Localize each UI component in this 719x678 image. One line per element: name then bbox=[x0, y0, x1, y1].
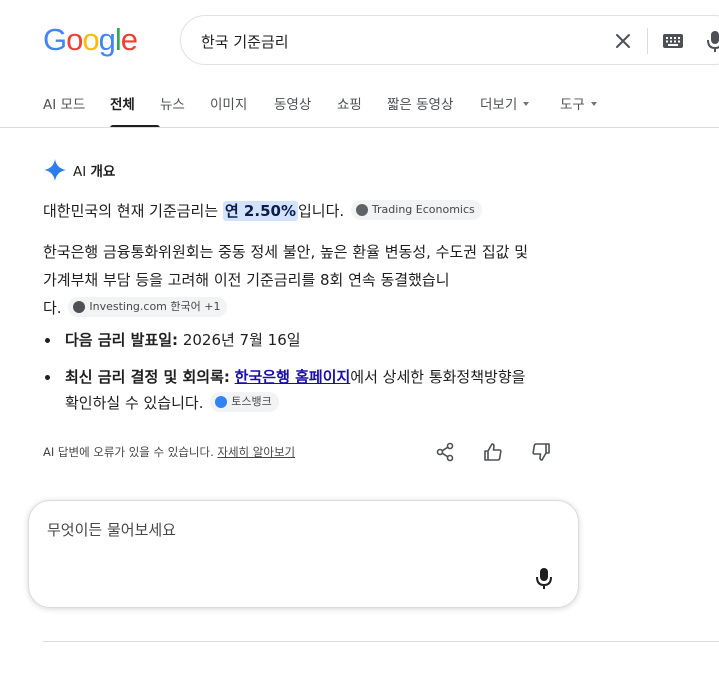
tab-news[interactable]: 뉴스 bbox=[160, 94, 210, 128]
tab-label: 도구 bbox=[560, 97, 585, 113]
search-divider bbox=[647, 28, 648, 54]
tab-all[interactable]: 전체 bbox=[110, 94, 160, 128]
tab-short-videos[interactable]: 짧은 동영상 bbox=[387, 94, 480, 128]
mic-icon[interactable] bbox=[534, 566, 554, 590]
share-icon[interactable] bbox=[434, 441, 456, 463]
tab-shopping[interactable]: 쇼핑 bbox=[337, 94, 387, 128]
tab-label: 더보기 bbox=[480, 97, 518, 113]
source-chip[interactable]: Investing.com 한국어 +1 bbox=[68, 296, 228, 317]
search-tabs: AI 모드 전체 뉴스 이미지 동영상 쇼핑 짧은 동영상 더보기 도구 bbox=[43, 94, 620, 128]
trading-economics-icon bbox=[355, 203, 368, 216]
tossbank-icon bbox=[215, 395, 228, 408]
bullet-text: 2026년 7월 16일 bbox=[178, 331, 301, 349]
tab-videos[interactable]: 동영상 bbox=[274, 94, 337, 128]
ai-overview-header: AI 개요 bbox=[43, 158, 115, 182]
ai-answer-detail: 한국은행 금융통화위원회는 중동 정세 불안, 높은 환율 변동성, 수도권 집… bbox=[43, 238, 703, 322]
ai-disclaimer: AI 답변에 오류가 있을 수 있습니다. 자세히 알아보기 bbox=[43, 444, 295, 460]
tab-label: 쇼핑 bbox=[337, 97, 362, 113]
bullet-label: 다음 금리 발표일: bbox=[65, 331, 179, 349]
follow-up-box bbox=[28, 500, 579, 608]
list-item: 최신 금리 결정 및 회의록: 한국은행 홈페이지에서 상세한 통화정책방향을 … bbox=[43, 364, 703, 416]
follow-up-input[interactable] bbox=[47, 521, 487, 539]
bullet-text-line2: 확인하실 수 있습니다. bbox=[65, 394, 204, 412]
source-chip-label: Investing.com 한국어 +1 bbox=[89, 299, 221, 313]
bullet-label: 최신 금리 결정 및 회의록: bbox=[65, 368, 230, 386]
keyboard-icon[interactable] bbox=[661, 31, 685, 51]
tab-label: 동영상 bbox=[274, 97, 312, 113]
mic-icon[interactable] bbox=[703, 28, 719, 54]
detail-line-last: 다. Investing.com 한국어 +1 bbox=[43, 294, 703, 322]
google-logo[interactable]: Google bbox=[43, 22, 138, 58]
search-input[interactable] bbox=[201, 29, 581, 53]
detail-line: 한국은행 금융통화위원회는 중동 정세 불안, 높은 환율 변동성, 수도권 집… bbox=[43, 243, 529, 261]
investing-icon bbox=[73, 300, 86, 313]
summary-before: 대한민국의 현재 기준금리는 bbox=[43, 202, 223, 220]
logo-letter: o bbox=[66, 22, 83, 57]
bok-homepage-link[interactable]: 한국은행 홈페이지 bbox=[235, 368, 351, 386]
tab-label: 모드 bbox=[60, 97, 86, 113]
logo-letter: e bbox=[120, 22, 138, 57]
summary-highlight: 연 2.50% bbox=[222, 201, 298, 221]
disclaimer-text: AI 답변에 오류가 있을 수 있습니다. bbox=[43, 445, 214, 459]
tabs-divider bbox=[0, 127, 719, 128]
source-chip[interactable]: Trading Economics bbox=[350, 199, 482, 220]
source-chip-label: 토스뱅크 bbox=[231, 394, 272, 408]
clear-icon[interactable] bbox=[612, 30, 634, 52]
logo-letter: o bbox=[82, 22, 99, 57]
source-chip-label: Trading Economics bbox=[371, 202, 475, 216]
learn-more-link[interactable]: 자세히 알아보기 bbox=[217, 445, 295, 459]
tab-more[interactable]: 더보기 bbox=[480, 94, 560, 128]
tab-label: 전체 bbox=[110, 97, 135, 113]
tab-ai-prefix: AI bbox=[43, 97, 57, 113]
ai-title-text: 개요 bbox=[90, 164, 116, 180]
ai-answer-bullets: 다음 금리 발표일: 2026년 7월 16일 최신 금리 결정 및 회의록: … bbox=[43, 327, 703, 416]
tab-label: 이미지 bbox=[210, 97, 248, 113]
ai-sparkle-icon bbox=[44, 159, 66, 181]
search-box bbox=[180, 15, 719, 65]
tab-label: 짧은 동영상 bbox=[387, 97, 454, 113]
ai-title-prefix: AI bbox=[73, 164, 87, 180]
tab-tools[interactable]: 도구 bbox=[560, 94, 620, 128]
source-chip[interactable]: 토스뱅크 bbox=[210, 391, 279, 412]
detail-line: 가계부채 부담 등을 고려해 이전 기준금리를 8회 연속 동결했습니 bbox=[43, 271, 450, 289]
thumbs-up-icon[interactable] bbox=[482, 441, 504, 463]
detail-tail: 다. bbox=[43, 299, 62, 317]
ai-overview-title: AI 개요 bbox=[73, 160, 115, 180]
chevron-down-icon bbox=[523, 102, 530, 106]
summary-after: 입니다. bbox=[297, 202, 345, 220]
list-item: 다음 금리 발표일: 2026년 7월 16일 bbox=[43, 327, 703, 353]
tab-label: 뉴스 bbox=[160, 97, 185, 113]
chevron-down-icon bbox=[590, 102, 597, 106]
logo-letter: G bbox=[43, 22, 67, 57]
tab-ai-mode[interactable]: AI 모드 bbox=[43, 94, 110, 128]
tab-images[interactable]: 이미지 bbox=[210, 94, 274, 128]
ai-answer-summary: 대한민국의 현재 기준금리는 연 2.50% 입니다. Trading Econo… bbox=[43, 197, 683, 225]
logo-letter: g bbox=[98, 22, 116, 57]
section-divider bbox=[43, 641, 719, 642]
bullet-text: 에서 상세한 통화정책방향을 bbox=[350, 368, 526, 386]
thumbs-down-icon[interactable] bbox=[530, 441, 552, 463]
